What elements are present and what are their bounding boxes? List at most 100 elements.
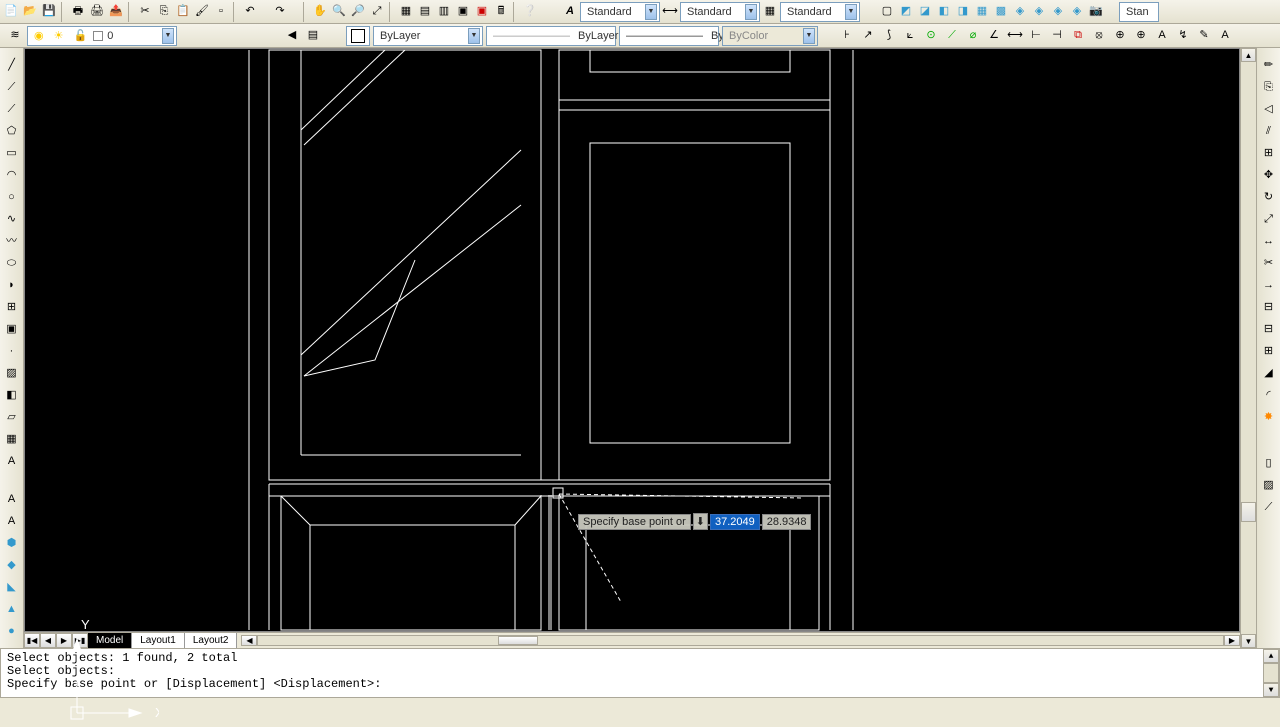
- 3d-back-button[interactable]: ▩: [992, 3, 1010, 21]
- centermark-button[interactable]: ⊕: [1132, 27, 1150, 45]
- horizontal-scrollbar[interactable]: ◀ ▶: [241, 635, 1240, 646]
- cone-button[interactable]: ▲: [3, 600, 21, 618]
- qdim-button[interactable]: ⟷: [1006, 27, 1024, 45]
- dynamic-x-field[interactable]: 37.2049: [710, 514, 760, 530]
- ellipse-button[interactable]: ⬭: [3, 254, 21, 272]
- scroll-down-button[interactable]: ▼: [1241, 634, 1256, 648]
- 3d-left-button[interactable]: ◧: [935, 3, 953, 21]
- vscroll-thumb[interactable]: [1241, 502, 1256, 522]
- command-window[interactable]: Select objects: 1 found, 2 total Select …: [0, 648, 1280, 698]
- 3d-top-button[interactable]: ◩: [897, 3, 915, 21]
- lineweight-dropdown[interactable]: ——————— ByLayer ▼: [486, 26, 616, 46]
- dim-edit-button[interactable]: ✎: [1195, 27, 1213, 45]
- dim-dia-button[interactable]: ⌀: [964, 27, 982, 45]
- camera-button[interactable]: 📷: [1087, 3, 1105, 21]
- circle-button[interactable]: ○: [3, 188, 21, 206]
- plotstyle-dropdown[interactable]: ——————— ByLayer ▼: [619, 26, 719, 46]
- tolerance-button[interactable]: ⊕: [1111, 27, 1129, 45]
- toolpalette-button[interactable]: ▥: [435, 3, 453, 21]
- polygon-button[interactable]: ⬠: [3, 122, 21, 140]
- blockeditor-button[interactable]: ▫: [212, 3, 230, 21]
- dim-aligned-button[interactable]: ↗: [859, 27, 877, 45]
- wedge-button[interactable]: ◣: [3, 578, 21, 596]
- dim-base-button[interactable]: ⊢: [1027, 27, 1045, 45]
- 3d-right-button[interactable]: ◨: [954, 3, 972, 21]
- plot-preview-button[interactable]: 🖨: [88, 3, 106, 21]
- layer-manager-button[interactable]: ≋: [6, 27, 24, 45]
- nw-iso-button[interactable]: ◈: [1068, 3, 1086, 21]
- makeblock-button[interactable]: ▣: [3, 320, 21, 338]
- xline-button[interactable]: ⟋: [3, 78, 21, 96]
- redo-button[interactable]: ↷: [271, 3, 289, 21]
- vertical-scrollbar[interactable]: ▲ ▼: [1240, 48, 1256, 648]
- dim-linear-button[interactable]: ⊦: [838, 27, 856, 45]
- scale-button[interactable]: ⤢: [1260, 210, 1278, 228]
- undo-button[interactable]: ↶: [241, 3, 259, 21]
- arc-button[interactable]: ◠: [3, 166, 21, 184]
- revcloud-button[interactable]: ∿: [3, 210, 21, 228]
- sheetset-button[interactable]: ▣: [454, 3, 472, 21]
- help-button[interactable]: ❔: [521, 3, 539, 21]
- dim-inspect-button[interactable]: A: [1153, 27, 1171, 45]
- draworder-button[interactable]: ▯: [1260, 454, 1278, 472]
- layer-states-button[interactable]: ▤: [304, 27, 322, 45]
- new-button[interactable]: 📄: [2, 3, 20, 21]
- extend-button[interactable]: →: [1260, 276, 1278, 294]
- tab-prev-button[interactable]: ◀: [40, 633, 56, 648]
- open-button[interactable]: 📂: [21, 3, 39, 21]
- copy-button[interactable]: ⎘: [1260, 78, 1278, 96]
- scroll-up-button[interactable]: ▲: [1263, 649, 1279, 663]
- text-style-dropdown[interactable]: Standard ▼: [580, 2, 660, 22]
- table-style-dropdown[interactable]: Standard ▼: [780, 2, 860, 22]
- se-iso-button[interactable]: ◈: [1030, 3, 1048, 21]
- quickcalc-button[interactable]: 🖩: [492, 3, 510, 21]
- scroll-left-button[interactable]: ◀: [241, 635, 257, 646]
- dim-space-button[interactable]: ⧉: [1069, 27, 1087, 45]
- command-history[interactable]: Select objects: 1 found, 2 total Select …: [1, 649, 1263, 697]
- publish-button[interactable]: 📤: [107, 3, 125, 21]
- dynamic-menu-icon[interactable]: ⬇: [693, 513, 708, 530]
- rectangle-button[interactable]: ▭: [3, 144, 21, 162]
- pan-button[interactable]: ✋: [311, 3, 329, 21]
- scroll-up-button[interactable]: ▲: [1241, 48, 1256, 62]
- insert-button[interactable]: ⊞: [3, 298, 21, 316]
- join-button[interactable]: ⊞: [1260, 342, 1278, 360]
- visual-style-dropdown[interactable]: Stan: [1119, 2, 1159, 22]
- zoom-previous-button[interactable]: ⤢: [368, 3, 386, 21]
- offset-button[interactable]: ⫽: [1260, 122, 1278, 140]
- markup-button[interactable]: ▣: [473, 3, 491, 21]
- 3d-front-button[interactable]: ▦: [973, 3, 991, 21]
- region-button[interactable]: ▱: [3, 408, 21, 426]
- dim-radius-button[interactable]: ⊙: [922, 27, 940, 45]
- dim-tedit-button[interactable]: A: [1216, 27, 1234, 45]
- dim-cont-button[interactable]: ⊣: [1048, 27, 1066, 45]
- hscroll-track[interactable]: [257, 635, 1224, 646]
- array-button[interactable]: ⊞: [1260, 144, 1278, 162]
- 3dface-button[interactable]: ⬢: [3, 534, 21, 552]
- dim-ang-button[interactable]: ∠: [985, 27, 1003, 45]
- dynamic-y-field[interactable]: 28.9348: [762, 514, 812, 530]
- command-scrollbar[interactable]: ▲ ▼: [1263, 649, 1279, 697]
- 3d-bottom-button[interactable]: ◪: [916, 3, 934, 21]
- color-dropdown[interactable]: [346, 26, 370, 46]
- save-button[interactable]: 💾: [40, 3, 58, 21]
- stretch-button[interactable]: ↔: [1260, 232, 1278, 250]
- linetype-dropdown[interactable]: ByLayer ▼: [373, 26, 483, 46]
- dim-arc-button[interactable]: ⟆: [880, 27, 898, 45]
- tab-first-button[interactable]: ▮◀: [24, 633, 40, 648]
- ne-iso-button[interactable]: ◈: [1049, 3, 1067, 21]
- dimstyle-icon-button[interactable]: ⟷: [661, 3, 679, 21]
- dim-ord-button[interactable]: ⟀: [901, 27, 919, 45]
- dim-break-button[interactable]: ⦻: [1090, 27, 1108, 45]
- zoom-window-button[interactable]: 🔎: [349, 3, 367, 21]
- pedit-button[interactable]: ⟋: [1260, 498, 1278, 516]
- named-views-button[interactable]: ▢: [878, 3, 896, 21]
- pline-button[interactable]: ⟋: [3, 100, 21, 118]
- zoom-realtime-button[interactable]: 🔍: [330, 3, 348, 21]
- sphere-button[interactable]: ●: [3, 622, 21, 640]
- explode-button[interactable]: ✸: [1260, 408, 1278, 426]
- layer-dropdown[interactable]: ◉ ☀ 🔓 0 ▼: [27, 26, 177, 46]
- layer-prev-button[interactable]: ◀: [283, 27, 301, 45]
- tab-layout2[interactable]: Layout2: [185, 633, 238, 648]
- model-viewport[interactable]: Specify base point or ⬇ 37.2049 28.9348 …: [24, 48, 1240, 632]
